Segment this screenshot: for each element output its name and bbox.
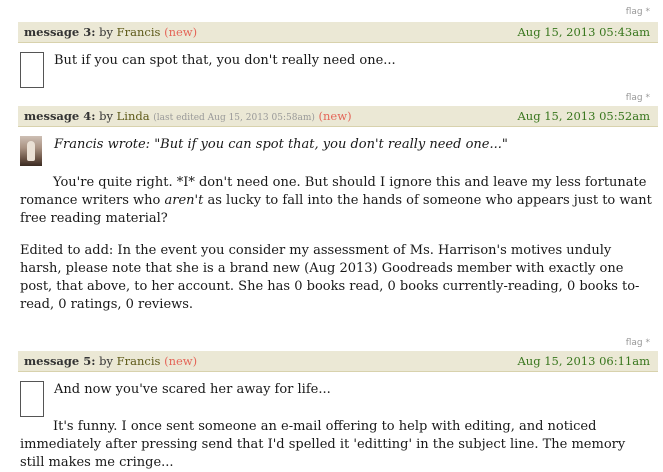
message-number: message 3: xyxy=(24,25,96,39)
quoted-text: Francis wrote: "But if you can spot that… xyxy=(54,137,508,152)
avatar[interactable] xyxy=(20,136,42,166)
avatar[interactable] xyxy=(20,52,44,88)
message-date-link[interactable]: Aug 15, 2013 05:52am xyxy=(518,106,651,127)
user-link[interactable]: Francis xyxy=(117,25,161,39)
new-badge: (new) xyxy=(164,25,198,39)
flag-link[interactable]: flag * xyxy=(626,338,650,348)
new-badge: (new) xyxy=(318,109,352,123)
message-body: And now you've scared her away for life.… xyxy=(54,382,331,397)
edited-note: (last edited Aug 15, 2013 05:58am) xyxy=(153,113,315,123)
message-date-link[interactable]: Aug 15, 2013 05:43am xyxy=(518,22,651,43)
avatar[interactable] xyxy=(20,381,44,417)
message-number: message 5: xyxy=(24,354,96,368)
message-header: message 4: by Linda (last edited Aug 15,… xyxy=(18,106,658,127)
message-header: message 3: by Francis (new) Aug 15, 2013… xyxy=(18,22,658,43)
new-badge: (new) xyxy=(164,354,198,368)
message-number: message 4: xyxy=(24,109,96,123)
message-paragraph: It's funny. I once sent someone an e-mai… xyxy=(20,419,626,470)
message-date-link[interactable]: Aug 15, 2013 06:11am xyxy=(518,351,651,372)
user-link[interactable]: Linda xyxy=(117,109,150,123)
flag-link[interactable]: flag * xyxy=(626,93,650,103)
message-paragraph: Edited to add: In the event you consider… xyxy=(20,243,640,312)
message-body: But if you can spot that, you don't real… xyxy=(54,53,396,68)
message-header: message 5: by Francis (new) Aug 15, 2013… xyxy=(18,351,658,372)
flag-link[interactable]: flag * xyxy=(626,7,650,17)
message-paragraph: You're quite right. *I* don't need one. … xyxy=(20,175,652,226)
user-link[interactable]: Francis xyxy=(117,354,161,368)
